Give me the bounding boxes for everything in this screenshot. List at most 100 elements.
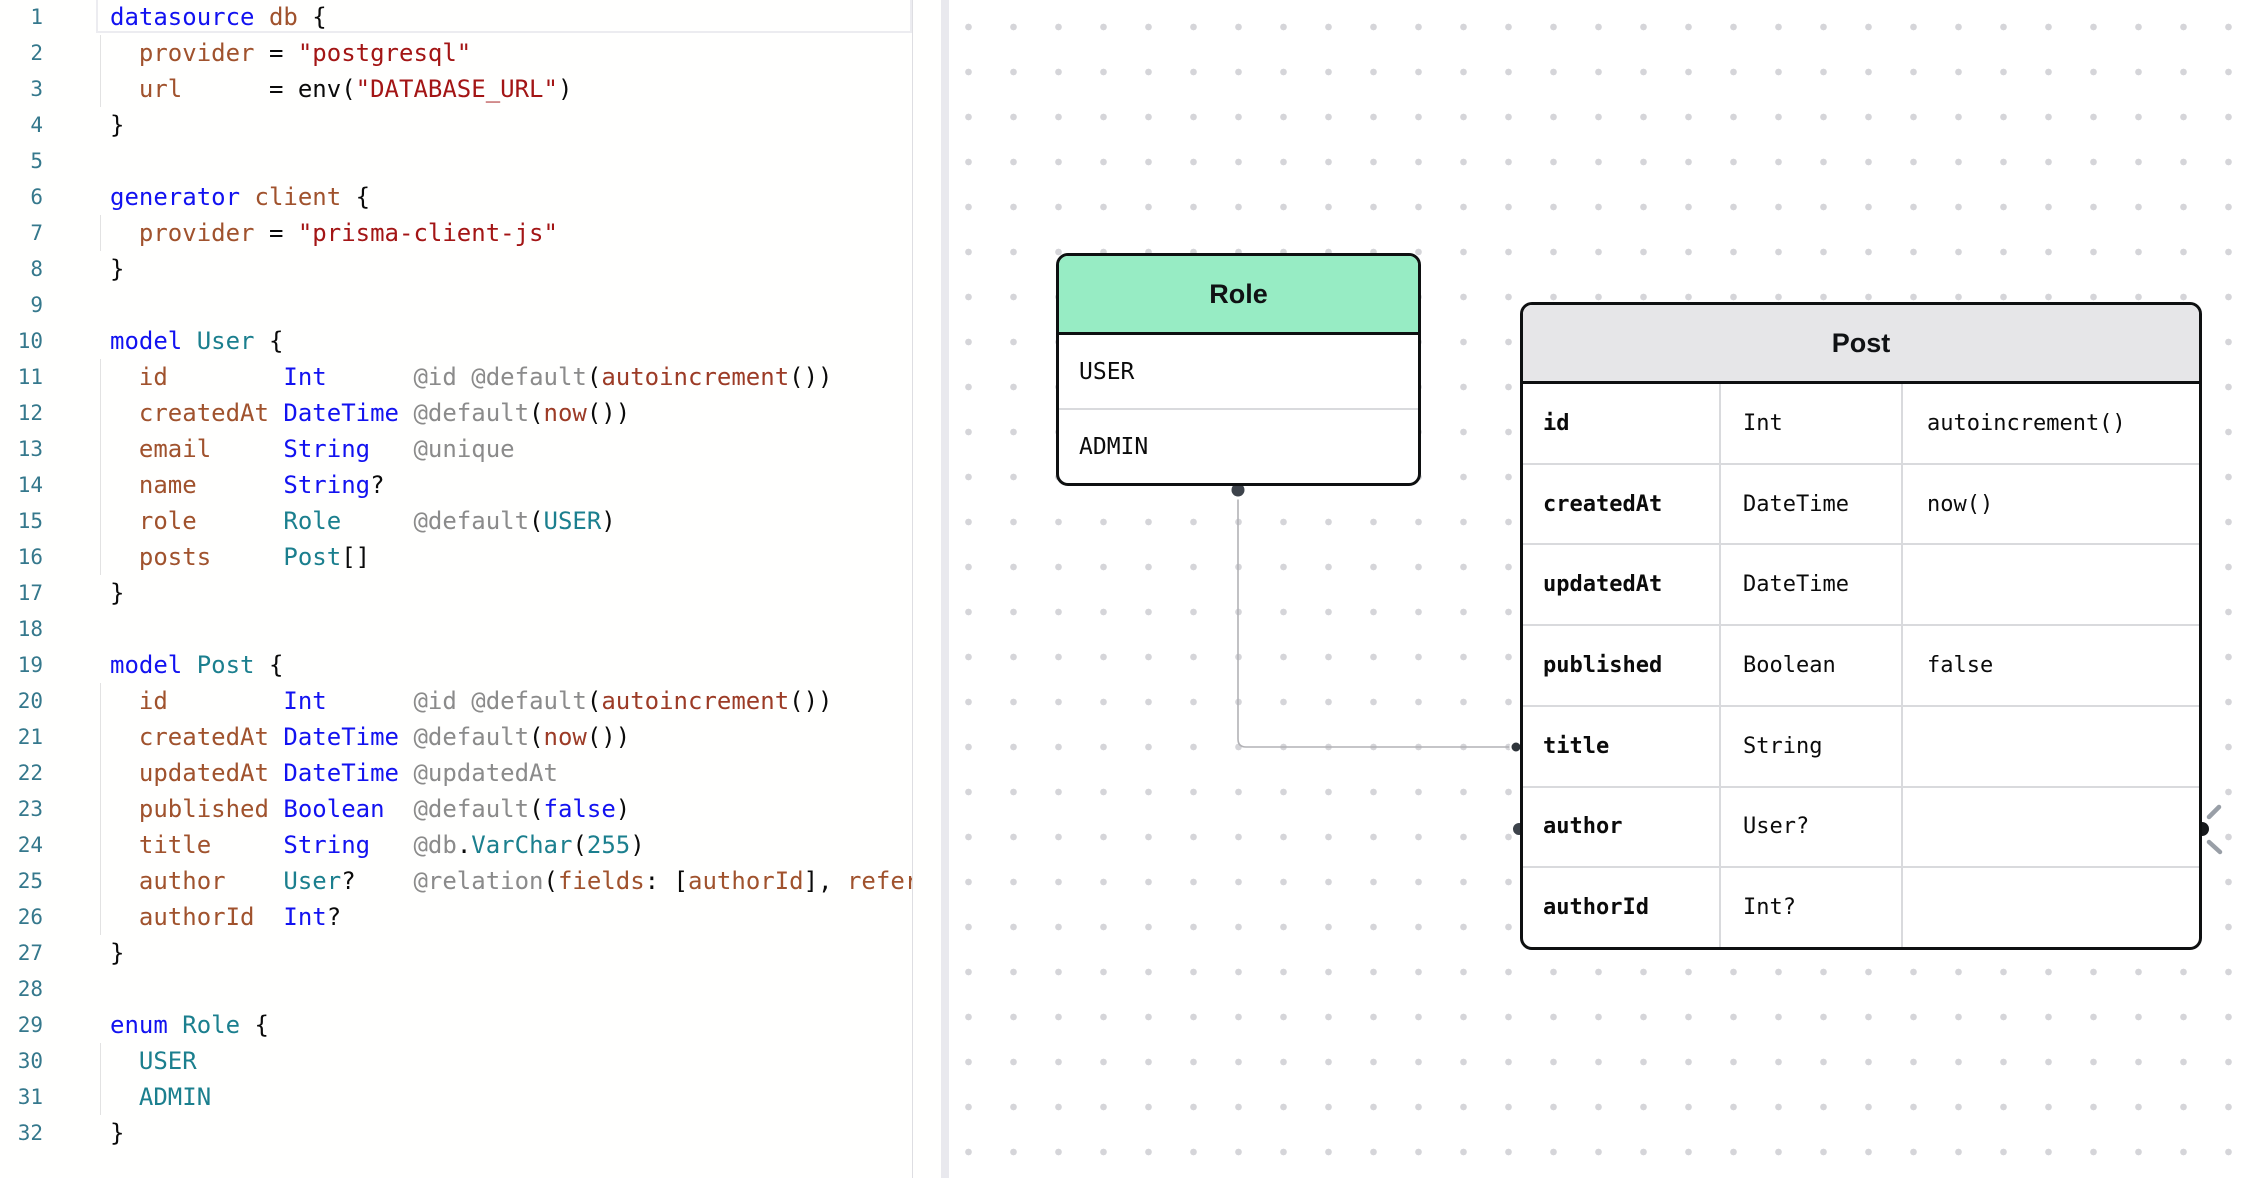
enum-node-header[interactable]: Role: [1059, 256, 1418, 335]
code-line[interactable]: enum Role {: [110, 1007, 912, 1043]
code-line[interactable]: generator client {: [110, 179, 912, 215]
field-row[interactable]: idIntautoincrement(): [1523, 384, 2199, 463]
line-number: 32: [0, 1115, 43, 1151]
code-line[interactable]: [110, 611, 912, 647]
code-line[interactable]: name String?: [110, 467, 912, 503]
field-name-cell: title: [1523, 707, 1719, 786]
line-number: 20: [0, 683, 43, 719]
field-default-cell: now(): [1901, 465, 2199, 544]
line-number: 2: [0, 35, 43, 71]
line-number: 11: [0, 359, 43, 395]
code-line[interactable]: }: [110, 935, 912, 971]
code-line[interactable]: USER: [110, 1043, 912, 1079]
code-line[interactable]: }: [110, 251, 912, 287]
field-name-cell: author: [1523, 788, 1719, 867]
line-number: 18: [0, 611, 43, 647]
code-line[interactable]: author User? @relation(fields: [authorId…: [110, 863, 912, 899]
code-line[interactable]: id Int @id @default(autoincrement()): [110, 683, 912, 719]
line-number: 16: [0, 539, 43, 575]
line-number: 15: [0, 503, 43, 539]
line-number: 12: [0, 395, 43, 431]
code-line[interactable]: [110, 143, 912, 179]
field-row[interactable]: titleString: [1523, 705, 2199, 786]
line-number: 29: [0, 1007, 43, 1043]
line-number: 9: [0, 287, 43, 323]
line-number: 30: [0, 1043, 43, 1079]
code-line[interactable]: authorId Int?: [110, 899, 912, 935]
field-type-cell: String: [1719, 707, 1901, 786]
field-default-cell: [1901, 868, 2199, 947]
line-number: 24: [0, 827, 43, 863]
line-number: 25: [0, 863, 43, 899]
code-area[interactable]: datasource db { provider = "postgresql" …: [110, 0, 912, 1151]
field-name-cell: id: [1523, 384, 1719, 463]
field-row[interactable]: updatedAtDateTime: [1523, 543, 2199, 624]
code-line[interactable]: id Int @id @default(autoincrement()): [110, 359, 912, 395]
code-line[interactable]: posts Post[]: [110, 539, 912, 575]
code-editor-pane[interactable]: 1234567891011121314151617181920212223242…: [0, 0, 941, 1178]
model-node-body: idIntautoincrement()createdAtDateTimenow…: [1523, 384, 2199, 947]
line-number: 22: [0, 755, 43, 791]
field-default-cell: autoincrement(): [1901, 384, 2199, 463]
line-number: 8: [0, 251, 43, 287]
code-line[interactable]: provider = "prisma-client-js": [110, 215, 912, 251]
code-line[interactable]: createdAt DateTime @default(now()): [110, 395, 912, 431]
field-type-cell: Boolean: [1719, 626, 1901, 705]
code-line[interactable]: url = env("DATABASE_URL"): [110, 71, 912, 107]
field-row[interactable]: publishedBooleanfalse: [1523, 624, 2199, 705]
code-line[interactable]: [110, 287, 912, 323]
field-default-cell: [1901, 707, 2199, 786]
field-default-cell: false: [1901, 626, 2199, 705]
model-node-post[interactable]: Post idIntautoincrement()createdAtDateTi…: [1520, 302, 2202, 950]
line-number: 4: [0, 107, 43, 143]
field-name-cell: authorId: [1523, 868, 1719, 947]
field-name-cell: published: [1523, 626, 1719, 705]
code-line[interactable]: provider = "postgresql": [110, 35, 912, 71]
line-number: 28: [0, 971, 43, 1007]
line-number: 6: [0, 179, 43, 215]
code-line[interactable]: model Post {: [110, 647, 912, 683]
field-type-cell: Int?: [1719, 868, 1901, 947]
indent-guide: [100, 1043, 101, 1115]
indent-guide: [100, 683, 101, 935]
enum-value-row[interactable]: ADMIN: [1059, 408, 1418, 483]
code-line[interactable]: title String @db.VarChar(255): [110, 827, 912, 863]
code-line[interactable]: datasource db {: [110, 0, 912, 35]
indent-guide: [100, 359, 101, 575]
code-line[interactable]: }: [110, 575, 912, 611]
enum-node-body: USERADMIN: [1059, 335, 1418, 483]
model-node-header[interactable]: Post: [1523, 305, 2199, 384]
enum-node-title: Role: [1209, 279, 1268, 310]
model-node-title: Post: [1832, 328, 1891, 359]
line-number: 21: [0, 719, 43, 755]
code-line[interactable]: model User {: [110, 323, 912, 359]
code-line[interactable]: }: [110, 107, 912, 143]
code-line[interactable]: role Role @default(USER): [110, 503, 912, 539]
indent-guide: [100, 215, 101, 251]
field-row[interactable]: authorUser?: [1523, 786, 2199, 867]
prisma-schema-visualizer: 1234567891011121314151617181920212223242…: [0, 0, 2262, 1178]
code-line[interactable]: [110, 971, 912, 1007]
pane-divider[interactable]: [941, 0, 949, 1178]
field-name-cell: createdAt: [1523, 465, 1719, 544]
enum-value-row[interactable]: USER: [1059, 335, 1418, 408]
line-number: 31: [0, 1079, 43, 1115]
line-number: 19: [0, 647, 43, 683]
line-number: 23: [0, 791, 43, 827]
field-default-cell: [1901, 545, 2199, 624]
line-number: 13: [0, 431, 43, 467]
enum-node-role[interactable]: Role USERADMIN: [1056, 253, 1421, 486]
line-number: 26: [0, 899, 43, 935]
field-default-cell: [1901, 788, 2199, 867]
code-line[interactable]: updatedAt DateTime @updatedAt: [110, 755, 912, 791]
line-number: 3: [0, 71, 43, 107]
code-line[interactable]: email String @unique: [110, 431, 912, 467]
code-line[interactable]: createdAt DateTime @default(now()): [110, 719, 912, 755]
code-line[interactable]: ADMIN: [110, 1079, 912, 1115]
scrollbar-track-border: [912, 0, 913, 1178]
code-line[interactable]: }: [110, 1115, 912, 1151]
field-row[interactable]: createdAtDateTimenow(): [1523, 463, 2199, 544]
code-line[interactable]: published Boolean @default(false): [110, 791, 912, 827]
field-row[interactable]: authorIdInt?: [1523, 866, 2199, 947]
line-number: 10: [0, 323, 43, 359]
